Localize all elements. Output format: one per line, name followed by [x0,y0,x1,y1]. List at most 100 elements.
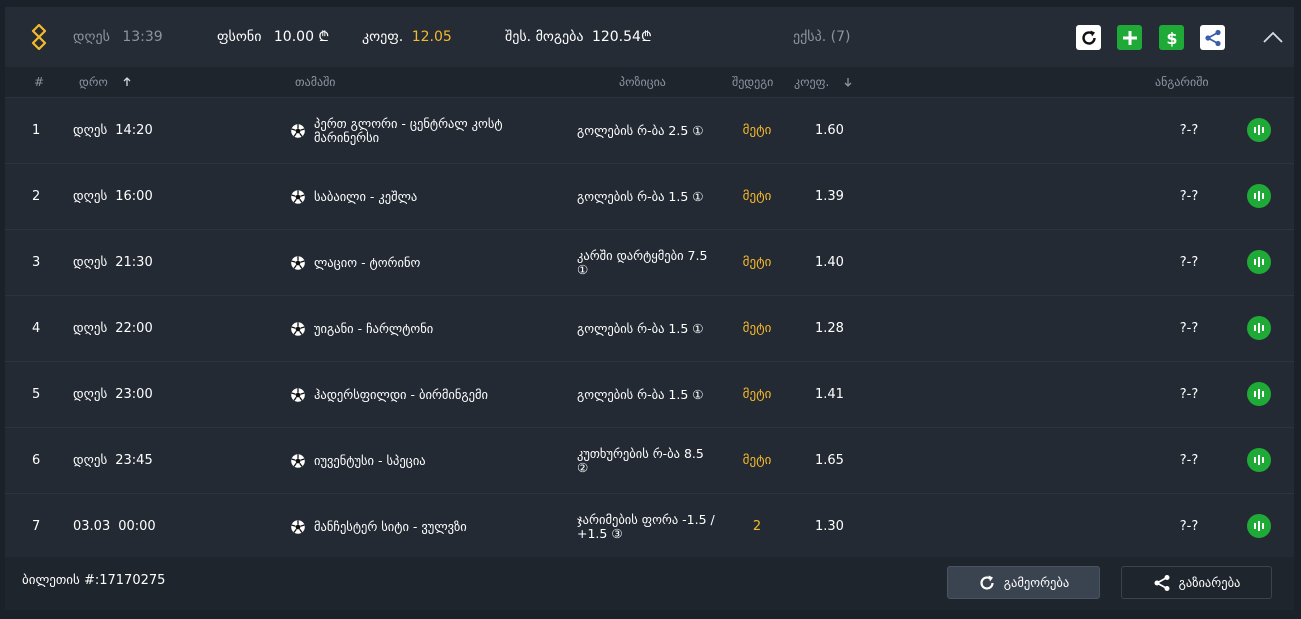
share-ticket-button[interactable]: გაზიარება [1121,566,1272,599]
row-game[interactable]: ლაციო - ტორინო [290,230,560,295]
table-row: 4 დღეს 22:00 უიგანი - ჩარლტონი გოლების რ-… [5,296,1294,362]
plus-icon [1122,30,1137,45]
game-name: უიგანი - ჩარლტონი [314,320,434,336]
position-text: კუთხურების რ-ბა 8.5 ② [577,445,704,475]
row-game[interactable]: საბაილი - კეშლა [290,164,560,229]
row-position: გოლების რ-ბა 1.5 ① [577,164,717,229]
col-odds[interactable]: კოეფ. [794,67,853,97]
ticket-header: დღეს 13:39 ფსონი 10.00 ₾ კოეფ. 12.05 შეს… [5,7,1294,67]
row-number: 1 [32,123,41,138]
row-time: 23:00 [115,387,153,402]
svg-text:$: $ [1166,29,1177,47]
col-date-label: დრო [79,75,108,89]
row-position: გოლების რ-ბა 1.5 ① [577,362,717,427]
col-position: პოზიცია [619,75,666,89]
row-game[interactable]: პერთ გლორი - ცენტრალ კოსტ მარინერსი [290,98,560,163]
row-time: 00:00 [118,519,156,534]
game-name: პერთ გლორი - ცენტრალ კოსტ მარინერსი [314,115,503,145]
row-odds: 1.30 [815,519,844,534]
repeat-label: გამეორება [1003,575,1070,590]
position-text: ჯარიმების ფორა -1.5 / +1.5 ③ [577,511,715,541]
stake-value: 10.00 ₾ [273,29,330,45]
row-game[interactable]: უიგანი - ჩარლტონი [290,296,560,361]
col-result: შედეგი [732,75,774,89]
header-day: დღეს [73,29,110,45]
refresh-button[interactable] [1076,25,1101,50]
row-time: 21:30 [115,255,153,270]
stats-button[interactable] [1247,184,1271,208]
row-date: დღეს 21:30 [73,230,153,295]
cashout-button[interactable]: $ [1159,25,1184,50]
row-date: დღეს 23:00 [73,362,153,427]
row-time: 16:00 [115,189,153,204]
bet-ticket-panel: დღეს 13:39 ფსონი 10.00 ₾ კოეფ. 12.05 შეს… [5,7,1294,610]
stats-button[interactable] [1247,316,1271,340]
row-number: 6 [32,453,41,468]
collapse-icon[interactable] [1261,27,1285,47]
game-name: საბაილი - კეშლა [314,188,418,204]
row-date: დღეს 14:20 [73,98,153,163]
odds-label: კოეფ. [362,29,404,45]
row-odds: 1.65 [815,453,844,468]
row-odds: 1.60 [815,123,844,138]
table-header: # დრო თამაში პოზიცია შედეგი კოეფ. ანგარი… [5,67,1294,98]
table-row: 5 დღეს 23:00 ჰადერსფილდი - ბირმინგემი გოლ… [5,362,1294,428]
stats-icon [1254,323,1264,333]
winnings-info: შეს. მოგება 120.54₾ [505,7,652,67]
table-row: 2 დღეს 16:00 საბაილი - კეშლა გოლების რ-ბა… [5,164,1294,230]
row-game[interactable]: მანჩესტერ სიტი - ვულვზი [290,494,560,559]
sort-up-icon [123,77,131,86]
row-score: ?-? [1179,519,1199,534]
row-score: ?-? [1179,123,1199,138]
table-row: 6 დღეს 23:45 იუვენტუსი - სპეცია კუთხურები… [5,428,1294,494]
col-account: ანგარიში [1155,75,1209,89]
repeat-button[interactable]: გამეორება [947,566,1100,599]
row-game[interactable]: იუვენტუსი - სპეცია [290,428,560,493]
stats-button[interactable] [1247,448,1271,472]
game-name: ლაციო - ტორინო [314,254,421,270]
col-date[interactable]: დრო [79,67,132,97]
stats-button[interactable] [1247,250,1271,274]
row-score: ?-? [1179,453,1199,468]
row-number: 5 [32,387,41,402]
row-result: 2 [752,519,762,534]
row-time: 14:20 [115,123,153,138]
stats-icon [1254,191,1264,201]
row-score: ?-? [1179,189,1199,204]
row-result: მეტი [742,189,772,204]
col-game: თამაში [295,75,336,89]
bet-type: ექსპ. (7) [793,29,851,45]
row-position: გოლების რ-ბა 2.5 ① [577,98,717,163]
stats-button[interactable] [1247,118,1271,142]
stats-icon [1254,257,1264,267]
stats-button[interactable] [1247,382,1271,406]
refresh-icon [1081,30,1096,45]
dollar-icon: $ [1166,29,1177,47]
header-time: 13:39 [122,29,163,45]
add-button[interactable] [1117,25,1142,50]
stats-icon [1254,389,1264,399]
stats-icon [1254,125,1264,135]
row-day: დღეს [73,123,108,138]
row-result: მეტი [742,453,772,468]
share-button[interactable] [1200,25,1225,50]
row-game[interactable]: ჰადერსფილდი - ბირმინგემი [290,362,560,427]
row-result: მეტი [742,255,772,270]
row-day: დღეს [73,321,108,336]
row-score: ?-? [1179,321,1199,336]
row-result: მეტი [742,321,772,336]
row-day: დღეს [73,255,108,270]
row-odds: 1.39 [815,189,844,204]
row-position: კუთხურების რ-ბა 8.5 ② [577,428,717,493]
soccer-ball-icon [291,255,305,270]
soccer-ball-icon [291,387,305,402]
winnings-label: შეს. მოგება [505,29,584,45]
row-number: 2 [32,189,41,204]
table-row: 7 03.03 00:00 მანჩესტერ სიტი - ვულვზი ჯარ… [5,494,1294,560]
row-score: ?-? [1179,255,1199,270]
share-icon [1154,574,1170,591]
col-odds-label: კოეფ. [794,75,830,89]
stats-button[interactable] [1247,514,1271,538]
row-time: 22:00 [115,321,153,336]
row-date: 03.03 00:00 [73,494,156,559]
